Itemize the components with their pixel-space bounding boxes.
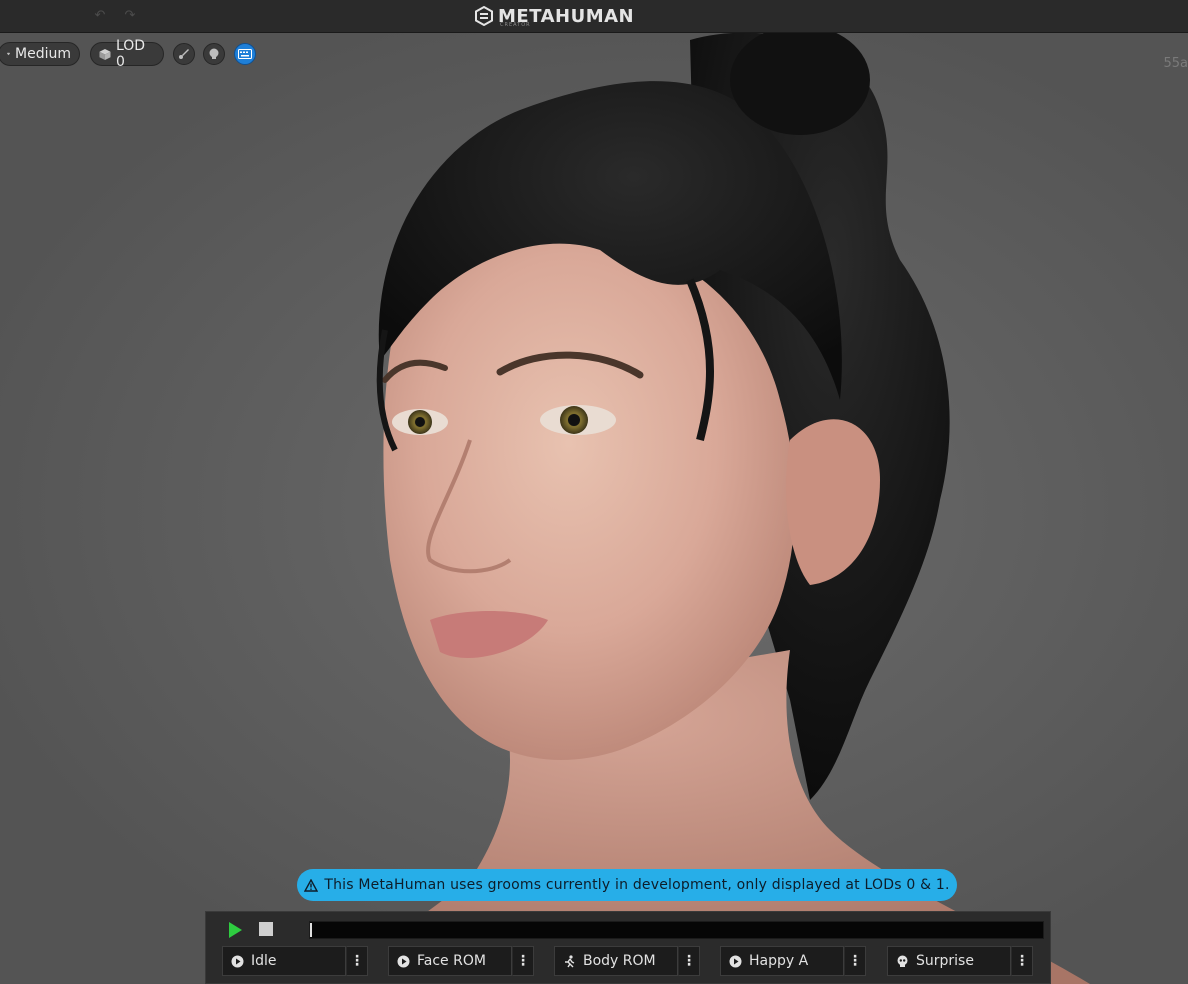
- running-person-icon: [565, 954, 575, 967]
- animation-idle[interactable]: Idle ⋮: [222, 946, 368, 976]
- metahuman-logo-icon: [475, 6, 493, 26]
- animation-options-button[interactable]: ⋮: [1011, 946, 1033, 976]
- head-view-button[interactable]: [203, 43, 225, 65]
- lighting-toggle-button[interactable]: [173, 43, 195, 65]
- brush-icon: [179, 49, 189, 59]
- animation-label: Happy A: [749, 953, 809, 969]
- undo-icon[interactable]: ↶: [92, 8, 108, 24]
- lod-label: LOD 0: [115, 38, 146, 70]
- more-vertical-icon: ⋮: [350, 953, 364, 969]
- metahuman-logo: METAHUMAN CREATOR: [474, 5, 634, 28]
- play-circle-icon: [397, 955, 410, 967]
- more-vertical-icon: ⋮: [848, 953, 862, 969]
- animation-select-button[interactable]: Body ROM: [554, 946, 678, 976]
- animation-options-button[interactable]: ⋮: [844, 946, 866, 976]
- cube-icon: [99, 48, 111, 60]
- more-vertical-icon: ⋮: [682, 953, 696, 969]
- fps-readout: 55a: [1163, 56, 1188, 71]
- animation-select-button[interactable]: Surprise: [887, 946, 1011, 976]
- more-vertical-icon: ⋮: [1015, 953, 1029, 969]
- animation-select-button[interactable]: Face ROM: [388, 946, 512, 976]
- animation-options-button[interactable]: ⋮: [678, 946, 700, 976]
- keyboard-icon: [238, 49, 252, 59]
- animation-label: Face ROM: [417, 953, 486, 969]
- animation-surprise[interactable]: Surprise ⋮: [887, 946, 1033, 976]
- diamond-icon: [7, 52, 11, 56]
- lod-dropdown[interactable]: LOD 0: [90, 38, 164, 70]
- quality-dropdown[interactable]: Medium: [0, 42, 80, 66]
- playhead[interactable]: [310, 923, 312, 937]
- play-circle-icon: [231, 955, 244, 967]
- play-circle-icon: [729, 955, 742, 967]
- skull-icon: [897, 955, 908, 967]
- animation-panel: Idle ⋮ Face ROM ⋮ Body ROM ⋮ Happy A ⋮ S…: [205, 911, 1051, 984]
- groom-warning-banner: This MetaHuman uses grooms currently in …: [297, 869, 957, 901]
- warning-icon: [304, 878, 319, 892]
- animation-label: Surprise: [916, 953, 974, 969]
- redo-icon[interactable]: ↷: [122, 8, 138, 24]
- metahuman-portrait: [330, 32, 1090, 984]
- animation-options-button[interactable]: ⋮: [512, 946, 534, 976]
- animation-happy-a[interactable]: Happy A ⋮: [720, 946, 866, 976]
- animation-label: Idle: [251, 953, 277, 969]
- warning-text: This MetaHuman uses grooms currently in …: [324, 877, 950, 893]
- animation-select-button[interactable]: Idle: [222, 946, 346, 976]
- keyboard-toggle-button[interactable]: [234, 43, 256, 65]
- animation-select-button[interactable]: Happy A: [720, 946, 844, 976]
- stop-button[interactable]: [259, 922, 273, 936]
- logo-subtext: CREATOR: [500, 22, 531, 28]
- more-vertical-icon: ⋮: [516, 953, 530, 969]
- animation-face-rom[interactable]: Face ROM ⋮: [388, 946, 534, 976]
- play-icon[interactable]: [226, 921, 244, 939]
- animation-body-rom[interactable]: Body ROM ⋮: [554, 946, 700, 976]
- timeline-scrubber[interactable]: [309, 921, 1044, 939]
- animation-options-button[interactable]: ⋮: [346, 946, 368, 976]
- title-bar: ↶ ↷ METAHUMAN CREATOR: [0, 0, 1188, 33]
- quality-label: Medium: [15, 46, 71, 62]
- animation-label: Body ROM: [583, 953, 656, 969]
- head-icon: [209, 48, 219, 59]
